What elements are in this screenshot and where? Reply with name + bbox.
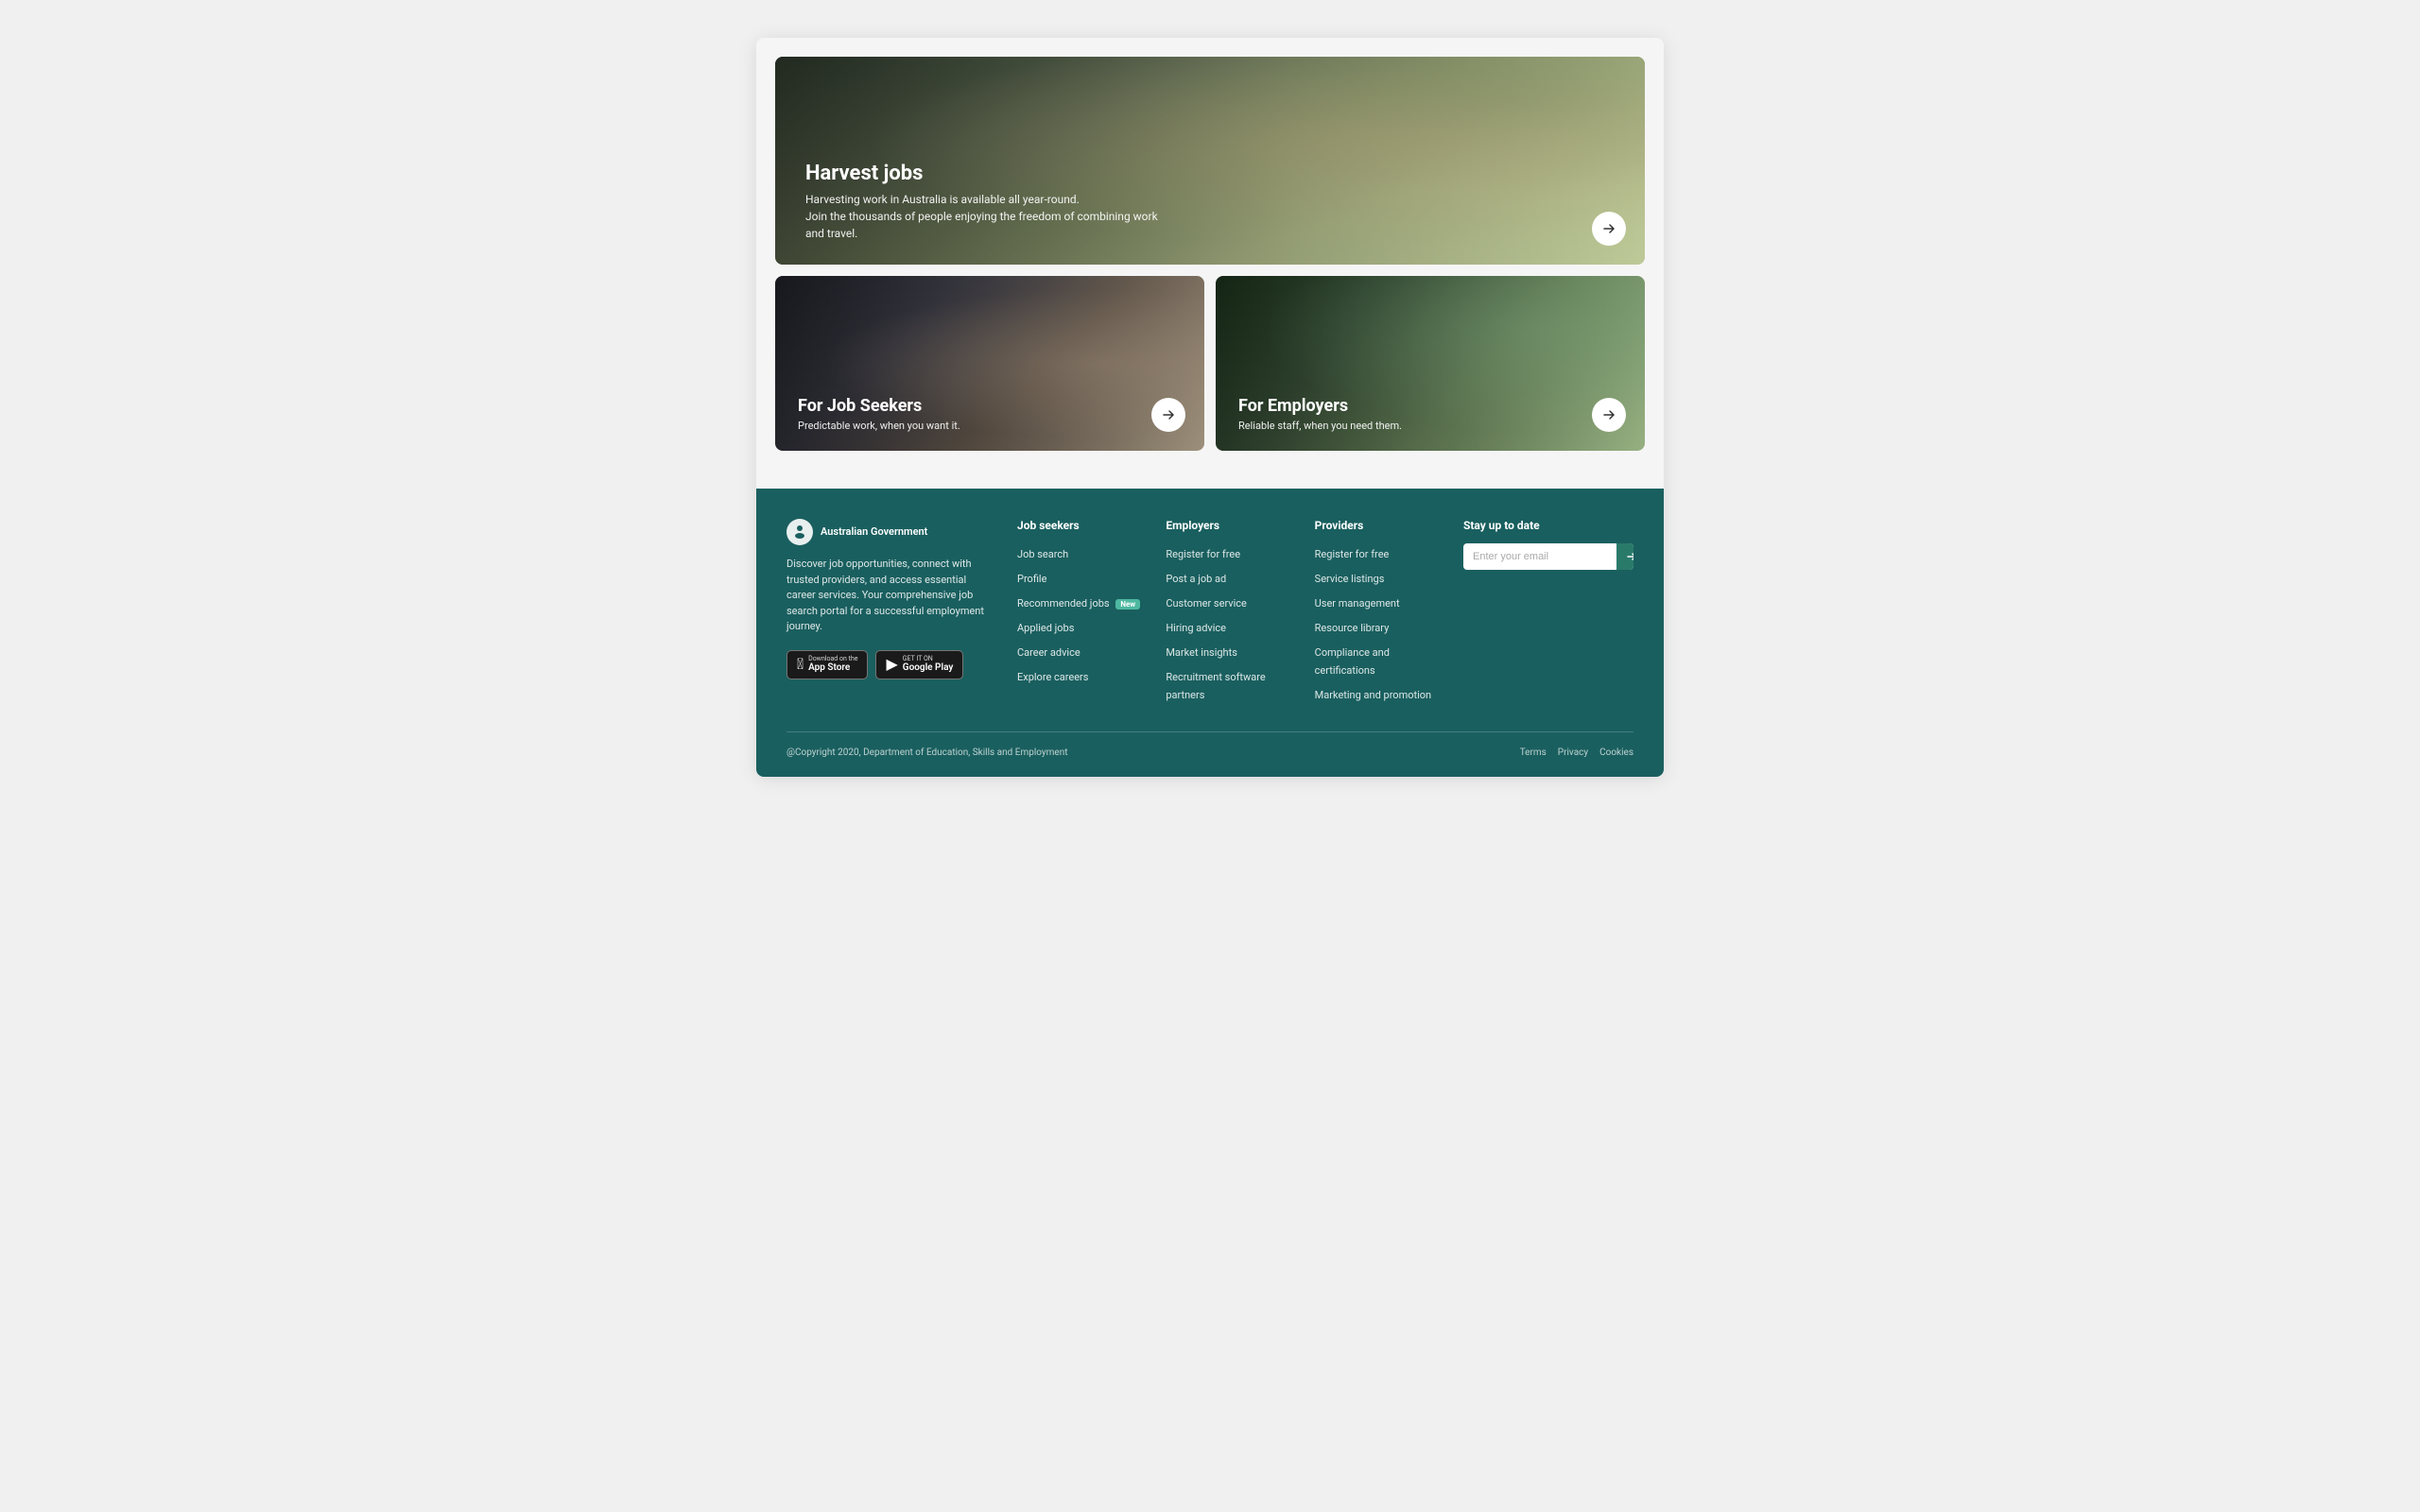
post-job-link[interactable]: Post a job ad	[1166, 573, 1226, 585]
footer-bottom-links: Terms Privacy Cookies	[1520, 747, 1634, 758]
hero-card[interactable]: Harvest jobs Harvesting work in Australi…	[775, 57, 1645, 265]
list-item: Register for free	[1166, 543, 1291, 561]
footer-col-job-seekers-heading: Job seekers	[1017, 519, 1143, 532]
gov-logo: Australian Government	[786, 519, 994, 545]
list-item: Job search	[1017, 543, 1143, 561]
explore-careers-link[interactable]: Explore careers	[1017, 671, 1088, 683]
gov-logo-icon	[786, 519, 813, 545]
app-badges:  Download on the App Store ▶ GET IT ON …	[786, 650, 994, 679]
list-item: Resource library	[1315, 617, 1441, 635]
marketing-link[interactable]: Marketing and promotion	[1315, 689, 1431, 701]
job-seekers-arrow-button[interactable]	[1151, 398, 1185, 432]
footer-col-employers: Employers Register for free Post a job a…	[1166, 519, 1291, 709]
hero-content: Harvest jobs Harvesting work in Australi…	[775, 139, 1645, 265]
brand-description: Discover job opportunities, connect with…	[786, 557, 994, 635]
list-item: Register for free	[1315, 543, 1441, 561]
user-management-link[interactable]: User management	[1315, 597, 1400, 610]
apple-icon: 	[797, 657, 804, 672]
stay-updated-section: Stay up to date	[1463, 519, 1634, 709]
applied-jobs-link[interactable]: Applied jobs	[1017, 622, 1074, 634]
providers-register-link[interactable]: Register for free	[1315, 548, 1390, 560]
recommended-jobs-link[interactable]: Recommended jobs New	[1017, 597, 1140, 610]
cookies-link[interactable]: Cookies	[1599, 747, 1634, 758]
service-listings-link[interactable]: Service listings	[1315, 573, 1385, 585]
list-item: Market insights	[1166, 642, 1291, 660]
job-search-link[interactable]: Job search	[1017, 548, 1068, 560]
employers-register-link[interactable]: Register for free	[1166, 548, 1240, 560]
list-item: Career advice	[1017, 642, 1143, 660]
google-play-sub: GET IT ON	[903, 656, 954, 662]
footer-col-job-seekers: Job seekers Job search Profile Recommend…	[1017, 519, 1143, 709]
footer-brand: Australian Government Discover job oppor…	[786, 519, 994, 709]
job-seekers-title: For Job Seekers	[798, 396, 1182, 416]
footer-col-employers-heading: Employers	[1166, 519, 1291, 532]
market-insights-link[interactable]: Market insights	[1166, 646, 1237, 659]
footer-col-providers: Providers Register for free Service list…	[1315, 519, 1441, 709]
list-item: Marketing and promotion	[1315, 684, 1441, 702]
recruitment-software-link[interactable]: Recruitment software partners	[1166, 671, 1265, 701]
google-play-label: Google Play	[903, 662, 954, 674]
footer-col-providers-list: Register for free Service listings User …	[1315, 543, 1441, 702]
hiring-advice-link[interactable]: Hiring advice	[1166, 622, 1226, 634]
list-item: Post a job ad	[1166, 568, 1291, 586]
copyright-text: @Copyright 2020, Department of Education…	[786, 747, 1505, 758]
google-play-icon: ▶	[886, 657, 897, 672]
email-submit-button[interactable]	[1616, 543, 1634, 570]
list-item: Explore careers	[1017, 666, 1143, 684]
employers-arrow-button[interactable]	[1592, 398, 1626, 432]
main-content: Harvest jobs Harvesting work in Australi…	[756, 38, 1664, 489]
list-item: Compliance and certifications	[1315, 642, 1441, 678]
resource-library-link[interactable]: Resource library	[1315, 622, 1390, 634]
terms-link[interactable]: Terms	[1520, 747, 1547, 758]
employers-card[interactable]: For Employers Reliable staff, when you n…	[1216, 276, 1645, 451]
gov-logo-text: Australian Government	[821, 525, 927, 538]
hero-arrow-button[interactable]	[1592, 212, 1626, 246]
list-item: Hiring advice	[1166, 617, 1291, 635]
privacy-link[interactable]: Privacy	[1558, 747, 1588, 758]
app-store-badge[interactable]:  Download on the App Store	[786, 650, 868, 679]
list-item: Applied jobs	[1017, 617, 1143, 635]
list-item: Recruitment software partners	[1166, 666, 1291, 702]
list-item: Profile	[1017, 568, 1143, 586]
email-input[interactable]	[1463, 543, 1616, 570]
footer-col-job-seekers-list: Job search Profile Recommended jobs New …	[1017, 543, 1143, 684]
employers-desc: Reliable staff, when you need them.	[1238, 420, 1622, 432]
google-play-badge[interactable]: ▶ GET IT ON Google Play	[875, 650, 963, 679]
footer-col-employers-list: Register for free Post a job ad Customer…	[1166, 543, 1291, 702]
hero-title: Harvest jobs	[805, 162, 1615, 185]
page-wrapper: Harvest jobs Harvesting work in Australi…	[756, 38, 1664, 777]
career-advice-link[interactable]: Career advice	[1017, 646, 1080, 659]
hero-description: Harvesting work in Australia is availabl…	[805, 191, 1165, 242]
list-item: Customer service	[1166, 593, 1291, 610]
employers-title: For Employers	[1238, 396, 1622, 416]
email-form	[1463, 543, 1634, 570]
customer-service-link[interactable]: Customer service	[1166, 597, 1247, 610]
compliance-link[interactable]: Compliance and certifications	[1315, 646, 1390, 677]
list-item: User management	[1315, 593, 1441, 610]
stay-updated-heading: Stay up to date	[1463, 519, 1634, 532]
app-store-sub: Download on the	[808, 656, 857, 662]
footer-col-providers-heading: Providers	[1315, 519, 1441, 532]
profile-link[interactable]: Profile	[1017, 573, 1046, 585]
footer-bottom: @Copyright 2020, Department of Education…	[786, 732, 1634, 758]
footer-top: Australian Government Discover job oppor…	[786, 519, 1634, 732]
list-item: Service listings	[1315, 568, 1441, 586]
new-badge: New	[1115, 599, 1140, 610]
job-seekers-card[interactable]: For Job Seekers Predictable work, when y…	[775, 276, 1204, 451]
employers-content: For Employers Reliable staff, when you n…	[1216, 377, 1645, 451]
two-col-section: For Job Seekers Predictable work, when y…	[775, 276, 1645, 451]
job-seekers-content: For Job Seekers Predictable work, when y…	[775, 377, 1204, 451]
list-item: Recommended jobs New	[1017, 593, 1143, 610]
job-seekers-desc: Predictable work, when you want it.	[798, 420, 1182, 432]
footer: Australian Government Discover job oppor…	[756, 489, 1664, 777]
app-store-label: App Store	[808, 662, 857, 674]
